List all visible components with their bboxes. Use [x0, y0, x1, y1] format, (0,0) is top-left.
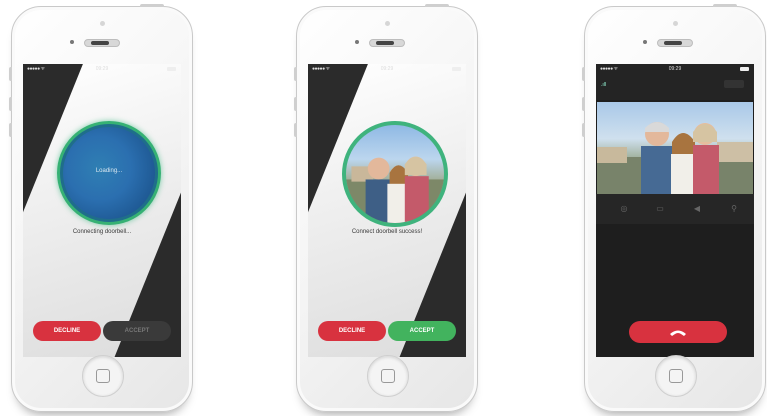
connection-status: Connecting doorbell...: [72, 229, 132, 235]
decline-button[interactable]: DECLINE: [318, 321, 386, 341]
proximity-sensor: [643, 40, 647, 44]
microphone-icon[interactable]: ⚲: [728, 203, 740, 215]
earpiece-speaker: [84, 39, 120, 47]
status-time: 09:29: [668, 66, 682, 72]
connection-status: Connect doorbell success!: [351, 229, 423, 235]
status-bar: ●●●●● ᯤ 09:29: [23, 64, 181, 74]
decline-button[interactable]: DECLINE: [33, 321, 101, 341]
call-controls: ◎ ▭ ◀ ⚲: [596, 194, 754, 224]
phone-incoming: ●●●●● ᯤ 09:29 Connect doorbell success! …: [294, 4, 478, 412]
accept-button[interactable]: ACCEPT: [388, 321, 456, 341]
signal-strength-icon: .ıll: [601, 82, 606, 88]
home-button[interactable]: [655, 355, 697, 397]
phone-screen: ●●●●● ᯤ 09:29 Loading... Connecting door…: [23, 64, 181, 357]
loading-circle: Loading...: [57, 121, 161, 225]
phone-hangup-icon: [670, 330, 686, 336]
visitor-photo: [342, 121, 448, 227]
front-camera: [673, 21, 678, 26]
home-button[interactable]: [367, 355, 409, 397]
battery-icon: [740, 67, 749, 71]
proximity-sensor: [355, 40, 359, 44]
front-camera: [100, 21, 105, 26]
front-camera: [385, 21, 390, 26]
phone-in-call: .ıll ●●●●● ᯤ 09:29 ◎ ▭ ◀ ⚲: [582, 4, 766, 412]
earpiece-speaker: [657, 39, 693, 47]
phone-connecting: ●●●●● ᯤ 09:29 Loading... Connecting door…: [9, 4, 193, 412]
phone-screen: ●●●●● ᯤ 09:29 Connect doorbell success! …: [308, 64, 466, 357]
home-button[interactable]: [82, 355, 124, 397]
video-icon[interactable]: ▭: [654, 203, 666, 215]
status-bar: ●●●●● ᯤ 09:29: [596, 64, 754, 74]
video-feed: [597, 102, 753, 194]
status-time: 09:29: [95, 66, 109, 72]
status-bar: ●●●●● ᯤ 09:29: [308, 64, 466, 74]
earpiece-speaker: [369, 39, 405, 47]
hang-up-button[interactable]: [629, 321, 727, 343]
camera-icon[interactable]: ◎: [618, 203, 630, 215]
battery-icon: [167, 67, 176, 71]
loading-text: Loading...: [95, 168, 123, 174]
speaker-icon[interactable]: ◀: [691, 203, 703, 215]
header-action-button[interactable]: [724, 80, 744, 88]
phone-screen: .ıll ●●●●● ᯤ 09:29 ◎ ▭ ◀ ⚲: [596, 64, 754, 357]
proximity-sensor: [70, 40, 74, 44]
family-photo-image: [346, 156, 444, 223]
accept-button[interactable]: ACCEPT: [103, 321, 171, 341]
status-time: 09:29: [380, 66, 394, 72]
battery-icon: [452, 67, 461, 71]
family-video-image: [597, 122, 753, 194]
